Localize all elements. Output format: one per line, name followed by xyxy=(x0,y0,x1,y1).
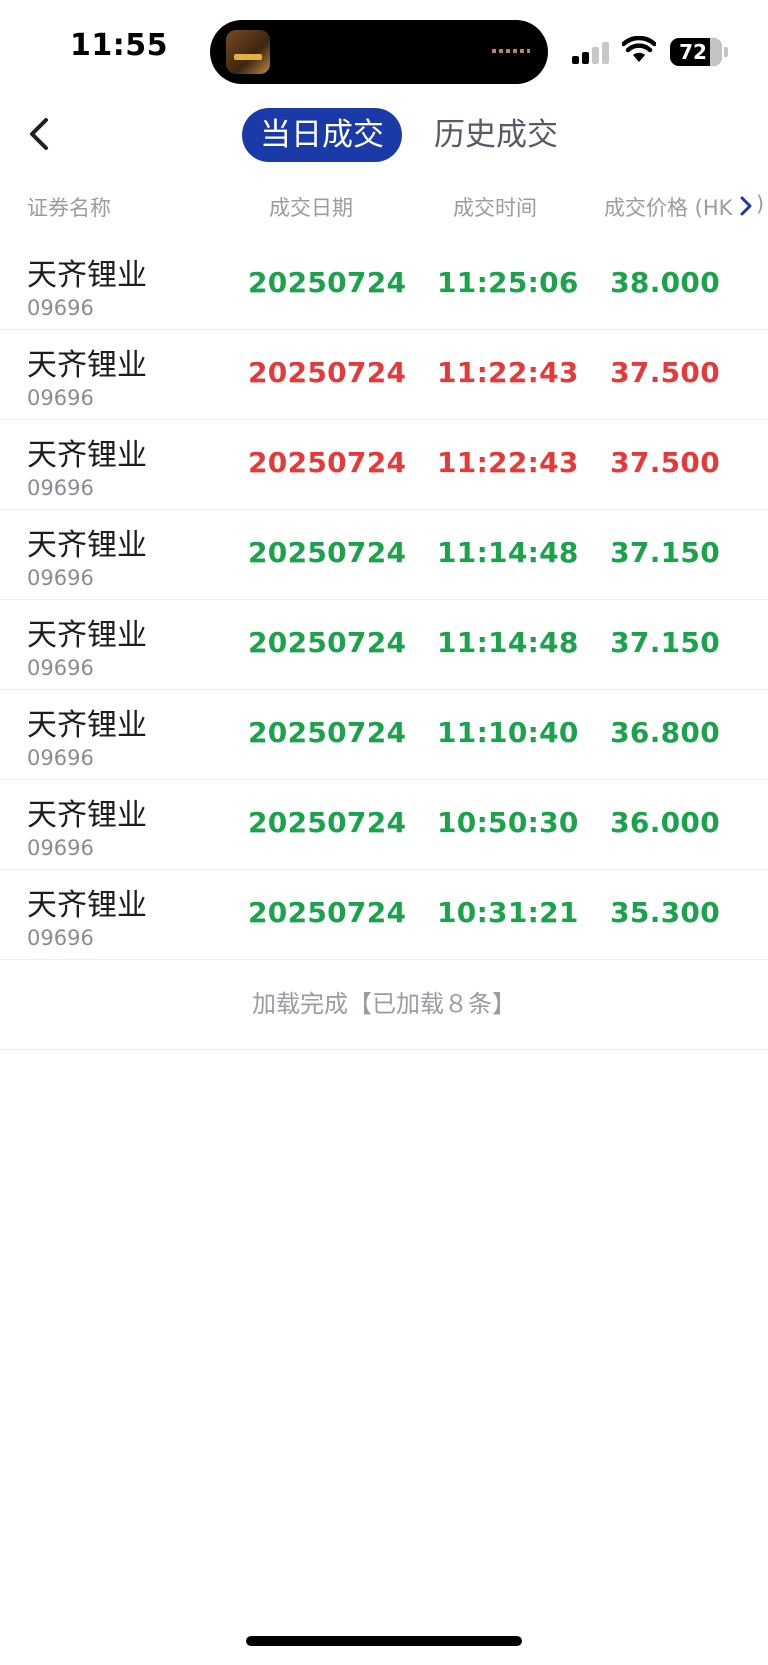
battery-icon: 72 xyxy=(670,38,722,66)
header-trade-price-tail: ) xyxy=(756,192,765,216)
table-row[interactable]: 天齐锂业 09696 20250724 10:50:30 36.000 xyxy=(0,780,768,870)
dynamic-island[interactable] xyxy=(210,20,548,84)
trade-price: 37.150 xyxy=(610,626,720,659)
security-name: 天齐锂业 xyxy=(27,888,147,923)
trade-price: 35.300 xyxy=(610,896,720,929)
trade-date: 20250724 xyxy=(248,356,407,389)
wifi-icon xyxy=(622,36,656,62)
live-activity-app-icon xyxy=(226,30,270,74)
trade-price: 37.500 xyxy=(610,356,720,389)
home-indicator[interactable] xyxy=(246,1636,522,1646)
table-header: 证券名称 成交日期 成交时间 成交价格 (HK ) xyxy=(0,184,768,228)
trade-date: 20250724 xyxy=(248,716,407,749)
activity-indicator-icon xyxy=(492,49,530,53)
table-row[interactable]: 天齐锂业 09696 20250724 11:25:06 38.000 xyxy=(0,240,768,330)
trade-time: 11:22:43 xyxy=(437,446,579,479)
trade-time: 11:14:48 xyxy=(437,536,579,569)
trade-date: 20250724 xyxy=(248,626,407,659)
security-code: 09696 xyxy=(27,476,94,500)
battery-percentage: 72 xyxy=(679,40,707,64)
header-trade-date[interactable]: 成交日期 xyxy=(269,192,353,222)
header-trade-time[interactable]: 成交时间 xyxy=(453,192,537,222)
trade-date: 20250724 xyxy=(248,446,407,479)
trade-price: 37.500 xyxy=(610,446,720,479)
cellular-signal-icon xyxy=(572,40,612,64)
security-name: 天齐锂业 xyxy=(27,618,147,653)
security-code: 09696 xyxy=(27,656,94,680)
security-code: 09696 xyxy=(27,836,94,860)
security-name: 天齐锂业 xyxy=(27,798,147,833)
trade-date: 20250724 xyxy=(248,266,407,299)
load-complete-footer: 加载完成【已加载８条】 xyxy=(0,960,768,1050)
table-row[interactable]: 天齐锂业 09696 20250724 11:10:40 36.800 xyxy=(0,690,768,780)
trade-price: 38.000 xyxy=(610,266,720,299)
trade-time: 11:10:40 xyxy=(437,716,579,749)
security-name: 天齐锂业 xyxy=(27,438,147,473)
security-name: 天齐锂业 xyxy=(27,258,147,293)
security-name: 天齐锂业 xyxy=(27,528,147,563)
security-name: 天齐锂业 xyxy=(27,348,147,383)
chevron-left-icon xyxy=(30,118,48,150)
table-row[interactable]: 天齐锂业 09696 20250724 11:14:48 37.150 xyxy=(0,510,768,600)
security-code: 09696 xyxy=(27,566,94,590)
trade-price: 36.800 xyxy=(610,716,720,749)
trade-time: 11:25:06 xyxy=(437,266,579,299)
chevron-right-icon[interactable] xyxy=(736,194,756,218)
table-row[interactable]: 天齐锂业 09696 20250724 11:22:43 37.500 xyxy=(0,330,768,420)
tab-history-trades[interactable]: 历史成交 xyxy=(416,108,576,162)
trade-date: 20250724 xyxy=(248,536,407,569)
status-time: 11:55 xyxy=(70,28,168,63)
trade-date: 20250724 xyxy=(248,806,407,839)
trade-date: 20250724 xyxy=(248,896,407,929)
header-security-name[interactable]: 证券名称 xyxy=(27,192,111,222)
trade-time: 10:31:21 xyxy=(437,896,579,929)
security-code: 09696 xyxy=(27,386,94,410)
table-row[interactable]: 天齐锂业 09696 20250724 10:31:21 35.300 xyxy=(0,870,768,960)
status-bar: 11:55 72 xyxy=(0,0,768,100)
trade-time: 11:14:48 xyxy=(437,626,579,659)
trade-price: 37.150 xyxy=(610,536,720,569)
trade-price: 36.000 xyxy=(610,806,720,839)
back-button[interactable] xyxy=(18,112,62,156)
trade-time: 10:50:30 xyxy=(437,806,579,839)
security-name: 天齐锂业 xyxy=(27,708,147,743)
trade-list[interactable]: 天齐锂业 09696 20250724 11:25:06 38.000 天齐锂业… xyxy=(0,240,768,1050)
table-row[interactable]: 天齐锂业 09696 20250724 11:22:43 37.500 xyxy=(0,420,768,510)
trade-time: 11:22:43 xyxy=(437,356,579,389)
battery-cap xyxy=(724,47,728,57)
tab-today-trades[interactable]: 当日成交 xyxy=(242,108,402,162)
header-trade-price[interactable]: 成交价格 (HK xyxy=(604,192,732,222)
security-code: 09696 xyxy=(27,746,94,770)
table-row[interactable]: 天齐锂业 09696 20250724 11:14:48 37.150 xyxy=(0,600,768,690)
security-code: 09696 xyxy=(27,926,94,950)
security-code: 09696 xyxy=(27,296,94,320)
